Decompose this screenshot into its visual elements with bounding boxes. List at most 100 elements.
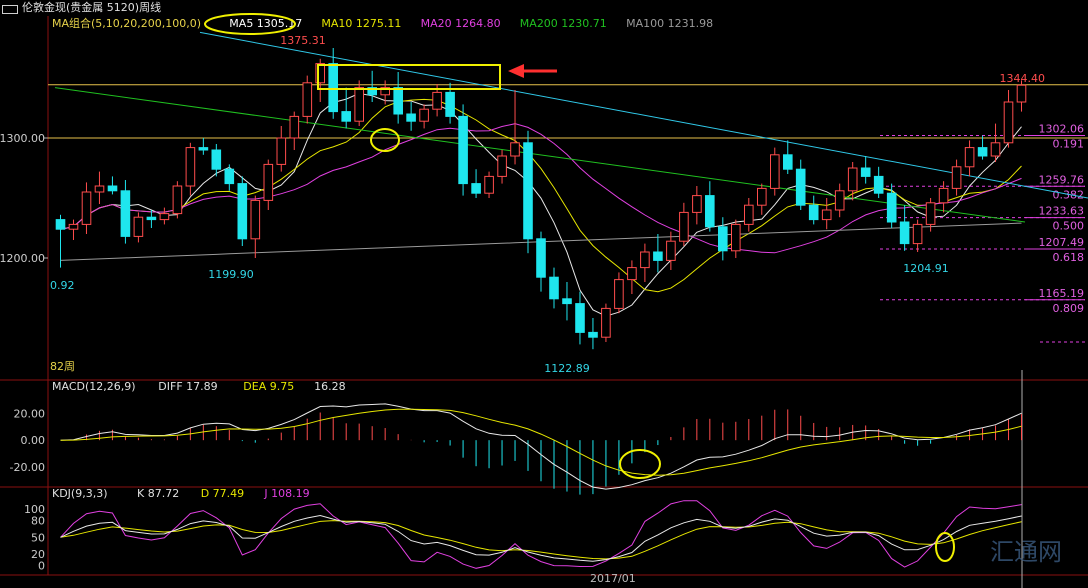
legend-item: MACD(12,26,9) xyxy=(52,380,136,393)
candle-down xyxy=(198,147,209,151)
candle-up xyxy=(912,223,923,245)
macd-tick-label: 20.00 xyxy=(14,407,46,420)
candle-down xyxy=(795,168,806,206)
legend-item: MA100 1231.98 xyxy=(626,17,713,30)
candle-up xyxy=(159,213,170,221)
candle-up xyxy=(276,137,287,165)
candle-up xyxy=(666,240,676,261)
legend-item: MA组合(5,10,20,200,100,0) xyxy=(52,16,201,30)
axis-note: 0.92 xyxy=(50,279,75,292)
watermark: 汇通网 xyxy=(990,538,1062,566)
candle-up xyxy=(731,223,741,252)
legend-item: DEA 9.75 xyxy=(243,380,294,393)
candle-down xyxy=(873,175,884,194)
legend-item: MA20 1264.80 xyxy=(421,17,501,30)
legend-item: 16.28 xyxy=(314,380,346,393)
candle-up xyxy=(601,307,611,338)
candle-up xyxy=(821,209,832,221)
fib-ratio-label: 0.618 xyxy=(1053,251,1085,264)
candle-down xyxy=(886,192,897,223)
low-label: 1122.89 xyxy=(544,362,590,375)
kdj-panel: 1008050200 xyxy=(24,500,1022,572)
candle-down xyxy=(328,63,338,113)
candle-down xyxy=(653,251,663,261)
stock-chart[interactable]: 1300.001200.00 1302.060.1911259.760.3821… xyxy=(0,0,1088,588)
kdj-tick-label: 0 xyxy=(38,559,45,572)
candle-up xyxy=(1003,101,1014,144)
candle-down xyxy=(107,185,118,192)
candle-up xyxy=(81,191,92,225)
chart-frame xyxy=(0,16,1088,588)
candle-up xyxy=(847,167,858,192)
candle-down xyxy=(523,142,533,240)
chart-grid xyxy=(48,84,1088,139)
candle-down xyxy=(705,195,715,228)
fib-price-label: 1233.63 xyxy=(1039,205,1085,218)
high-label: 1375.31 xyxy=(280,34,326,47)
highlight-circle xyxy=(935,532,955,562)
candle-down xyxy=(211,149,222,170)
candle-up xyxy=(250,199,261,240)
highlight-box xyxy=(317,64,501,90)
candle-down xyxy=(536,238,546,278)
highlight-circle xyxy=(370,128,400,152)
candle-up xyxy=(614,279,624,309)
fib-price-label: 1259.76 xyxy=(1039,173,1085,186)
fib-ratio-label: 0.500 xyxy=(1053,220,1085,233)
candle-down xyxy=(808,204,819,221)
legend-item: DIFF 17.89 xyxy=(158,380,217,393)
candle-down xyxy=(977,147,988,157)
ma200-line xyxy=(54,87,1026,223)
candle-up xyxy=(627,267,637,281)
fib-price-label: 1207.49 xyxy=(1039,236,1085,249)
candle-down xyxy=(224,168,235,185)
candle-up xyxy=(510,142,520,157)
candle-up xyxy=(432,91,442,110)
fib-price-label: 1302.06 xyxy=(1039,123,1085,136)
legend-item: K 87.72 xyxy=(137,487,179,500)
candle-up xyxy=(692,195,702,213)
candle-up xyxy=(744,204,754,225)
candle-up xyxy=(68,223,79,230)
candle-up xyxy=(990,142,1001,157)
candle-down xyxy=(860,167,871,177)
candle-up xyxy=(640,251,650,269)
candle-up xyxy=(419,108,429,122)
candle-down xyxy=(120,190,131,237)
fib-ratio-label: 0.809 xyxy=(1053,302,1085,315)
candle-up xyxy=(289,115,300,139)
candle-down xyxy=(393,87,403,115)
candle-up xyxy=(133,216,144,237)
candle-up xyxy=(770,154,780,189)
low-label: 1199.90 xyxy=(208,268,254,281)
candle-down xyxy=(237,183,248,240)
kdj-j-line xyxy=(60,500,1022,569)
candle-down xyxy=(783,154,793,170)
candle-down xyxy=(445,91,455,117)
candle-up xyxy=(925,202,936,225)
legend-item: J 108.19 xyxy=(263,487,309,500)
candle-down xyxy=(471,183,481,194)
kdj-k-line xyxy=(60,514,1022,562)
candle-down xyxy=(55,219,66,230)
candle-up xyxy=(185,147,196,187)
kdj-tick-label: 80 xyxy=(31,514,45,527)
candle-down xyxy=(406,113,416,122)
x-axis-label: 2017/01 xyxy=(590,572,636,585)
macd-panel: 20.00 0.00 -20.00 xyxy=(10,403,1023,495)
candle-down xyxy=(341,111,351,122)
legend-item: MA200 1230.71 xyxy=(520,17,607,30)
macd-tick-label: 0.00 xyxy=(21,434,46,447)
low-label: 1204.91 xyxy=(903,262,949,275)
legend-item: D 77.49 xyxy=(201,487,244,500)
legend-item: MA10 1275.11 xyxy=(321,17,401,30)
candle-up xyxy=(263,163,274,201)
candle-up xyxy=(938,187,949,204)
candle-up xyxy=(94,185,105,193)
price-axis: 1300.00 1200.00 xyxy=(0,132,48,265)
candle-up xyxy=(302,82,313,117)
candle-up xyxy=(834,190,845,211)
candle-down xyxy=(575,303,585,333)
fib-ratio-label: 0.191 xyxy=(1053,138,1085,151)
candle-down xyxy=(899,221,910,245)
